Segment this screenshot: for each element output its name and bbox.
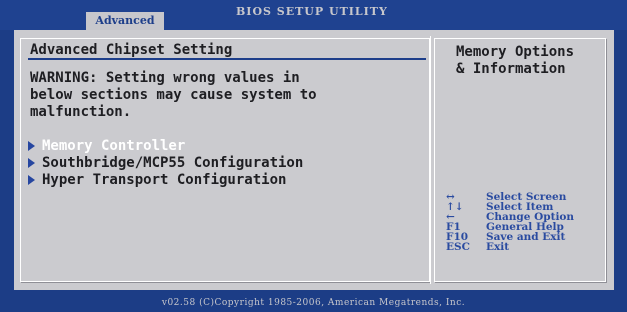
key-esc: ESC xyxy=(446,241,470,253)
page-title: Advanced Chipset Setting xyxy=(30,42,233,58)
submenu-arrow-icon xyxy=(28,141,35,151)
key-row: ESC Exit xyxy=(446,241,574,253)
menu-item-memory-controller[interactable]: Memory Controller xyxy=(28,138,303,155)
submenu-arrow-icon xyxy=(28,158,35,168)
key-action: Exit xyxy=(486,241,510,253)
utility-title: BIOS SETUP UTILITY xyxy=(236,5,388,18)
submenu-list: Memory Controller Southbridge/MCP55 Conf… xyxy=(28,138,303,189)
menu-item-southbridge[interactable]: Southbridge/MCP55 Configuration xyxy=(28,155,303,172)
key-legend: ↔ Select Screen ↑↓ Select Item ← Change Opt… xyxy=(446,192,574,253)
copyright-footer: v02.58 (C)Copyright 1985-2006, American … xyxy=(161,298,466,308)
help-description: Memory Options & Information xyxy=(456,44,575,77)
panel-divider xyxy=(430,36,431,284)
submenu-arrow-icon xyxy=(28,175,35,185)
menu-item-label: Memory Controller xyxy=(42,138,186,154)
menu-item-hyper-transport[interactable]: Hyper Transport Configuration xyxy=(28,172,303,189)
tab-advanced[interactable]: Advanced xyxy=(86,12,164,30)
main-panel: Advanced Chipset Setting WARNING: Settin… xyxy=(14,30,614,290)
warning-text: WARNING: Setting wrong values in below s… xyxy=(30,70,317,120)
title-underline xyxy=(28,58,426,60)
menu-item-label: Southbridge/MCP55 Configuration xyxy=(42,155,304,171)
menu-item-label: Hyper Transport Configuration xyxy=(42,172,287,188)
top-bar: Advanced BIOS SETUP UTILITY xyxy=(0,0,627,30)
